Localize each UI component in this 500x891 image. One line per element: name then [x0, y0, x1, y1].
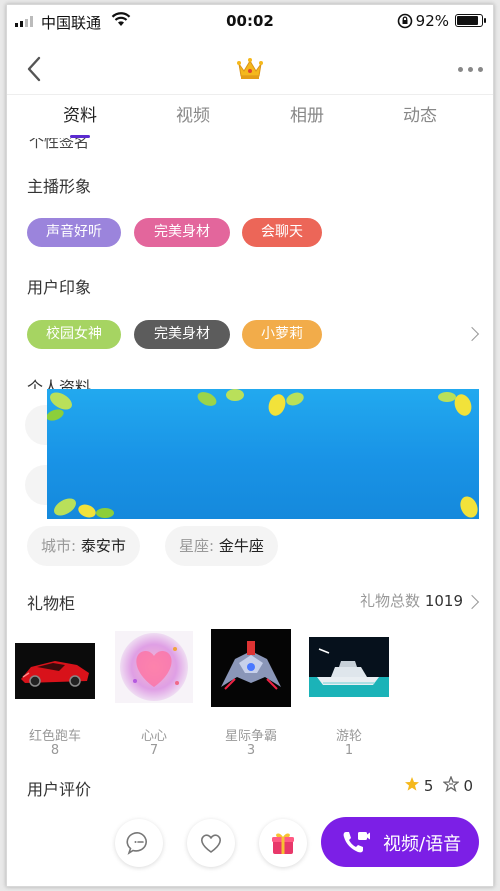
city-value: 泰安市 [80, 537, 126, 555]
gift-name: 红色跑车 [28, 729, 81, 744]
user-impression-title: 用户印象 [27, 278, 92, 297]
back-button[interactable] [23, 55, 47, 83]
gift-name: 心心 [140, 729, 167, 744]
anchor-tag: 声音好听 [27, 218, 121, 247]
tab-moments[interactable]: 动态 [375, 101, 465, 126]
bad-review-count: 0 [463, 777, 473, 795]
anchor-tag: 会聊天 [242, 218, 322, 247]
user-reviews-title: 用户评价 [27, 780, 92, 799]
video-voice-call-button[interactable]: 视频/语音 [321, 817, 479, 867]
call-button-label: 视频/语音 [383, 834, 462, 855]
gift-count: 3 [246, 743, 256, 758]
signature-heading: 个性签名 [29, 138, 90, 151]
gift-count: 1 [344, 743, 354, 758]
gift-name: 星际争霸 [224, 729, 277, 744]
review-summary: 5 0 [404, 775, 473, 796]
profile-tabs: 资料 视频 相册 动态 [7, 101, 493, 141]
like-button[interactable] [187, 819, 235, 867]
rotation-lock-icon [397, 13, 413, 33]
cruise-ship-icon [309, 637, 389, 697]
gift-count: 7 [149, 743, 159, 758]
gift-box-icon [272, 833, 294, 854]
banner-ad[interactable] [47, 389, 479, 519]
good-review-count: 5 [423, 777, 434, 795]
heart-icon [115, 631, 193, 703]
chat-bubble-icon [126, 832, 147, 855]
gift-item[interactable]: 游轮 1 [309, 637, 389, 759]
more-button[interactable] [458, 67, 483, 72]
zodiac-pill: 星座: 金牛座 [165, 526, 278, 566]
good-star-icon [404, 776, 420, 796]
nav-bar [7, 43, 493, 95]
impression-tag: 校园女神 [27, 320, 121, 349]
battery-icon [455, 14, 486, 27]
status-bar: 中国联通 00:02 92% [7, 5, 493, 39]
bottom-action-bar: 视频/语音 [7, 813, 493, 875]
impression-tag: 小萝莉 [242, 320, 322, 349]
gift-total[interactable]: 礼物总数 1019 [360, 590, 463, 611]
gift-total-value: 1019 [424, 592, 463, 610]
gift-cabinet-title: 礼物柜 [27, 594, 76, 613]
city-pill: 城市: 泰安市 [27, 526, 140, 566]
city-label: 城市: [41, 537, 77, 555]
tab-albums[interactable]: 相册 [262, 101, 352, 126]
bad-star-icon [442, 775, 461, 796]
gift-item[interactable]: 红色跑车 8 [15, 637, 95, 759]
gift-item[interactable]: 星际争霸 3 [211, 629, 291, 759]
red-sports-car-icon [15, 643, 95, 699]
chevron-right-icon[interactable] [464, 326, 480, 342]
leaf-decoration-icon [47, 389, 478, 518]
tab-videos[interactable]: 视频 [148, 101, 238, 126]
gift-button[interactable] [259, 819, 307, 867]
heart-outline-icon [201, 834, 221, 853]
anchor-image-title: 主播形象 [27, 177, 92, 196]
battery-percentage: 92% [415, 12, 449, 30]
anchor-tag: 完美身材 [134, 218, 230, 247]
phone-screen: 中国联通 00:02 92% 资料 视频 相册 动态 个性签名 主播形象 声音好… [6, 4, 494, 887]
gift-name: 游轮 [335, 729, 362, 744]
zodiac-value: 金牛座 [218, 537, 264, 555]
impression-tag: 完美身材 [134, 320, 230, 349]
tab-profile[interactable]: 资料 [35, 101, 125, 126]
star-battle-mech-icon [211, 629, 291, 707]
gift-item[interactable]: 心心 7 [115, 631, 193, 759]
message-button[interactable] [115, 819, 163, 867]
crown-icon [236, 57, 264, 85]
chevron-right-icon[interactable] [464, 594, 480, 610]
phone-camera-icon [341, 829, 371, 860]
personal-info-title: 个人资料 [27, 378, 92, 389]
gift-count: 8 [50, 743, 60, 758]
zodiac-label: 星座: [179, 537, 215, 555]
gift-total-label: 礼物总数 [360, 592, 421, 610]
